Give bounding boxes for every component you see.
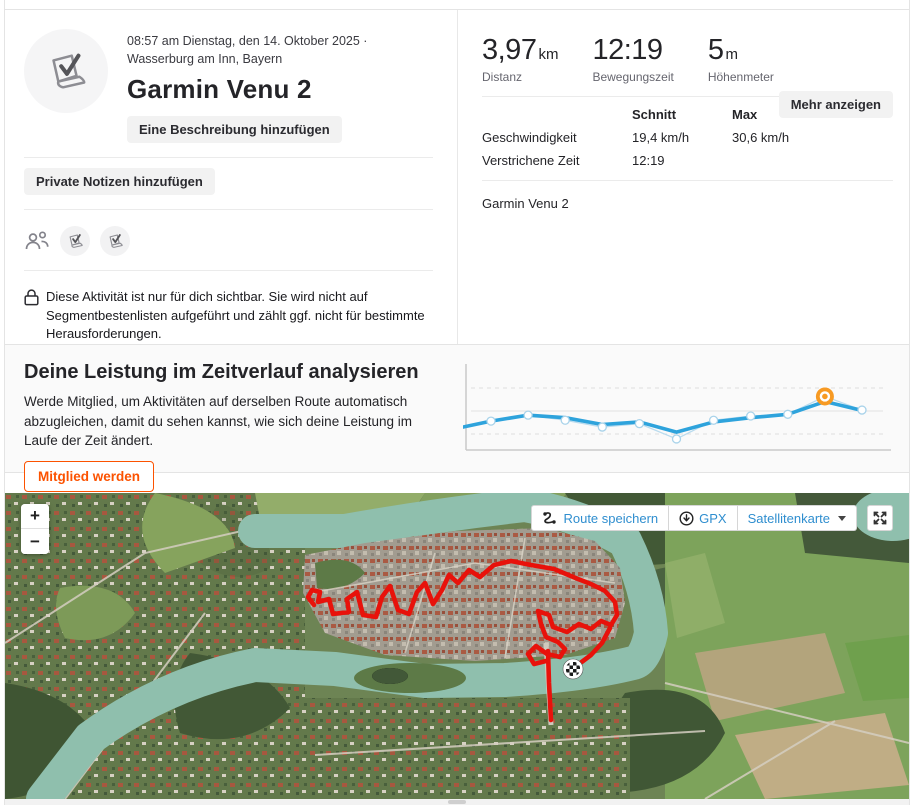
column-header-avg: Schnitt: [632, 107, 677, 122]
finish-marker: [562, 658, 584, 680]
divider: [482, 180, 893, 181]
group-icon[interactable]: [24, 230, 50, 252]
device-badge[interactable]: [60, 226, 90, 257]
device-name: Garmin Venu 2: [482, 196, 569, 211]
laptop-check-icon: [69, 234, 83, 249]
privacy-notice: Diese Aktivität ist nur für dich sichtba…: [46, 289, 425, 342]
row-max: 30,6 km/h: [732, 130, 790, 145]
activity-title: Garmin Venu 2: [127, 74, 312, 105]
row-avg: 19,4 km/h: [632, 130, 690, 145]
activity-stats-column: 3,97 km Distanz 12:19 Bewegungszeit 5m Hö…: [458, 10, 909, 344]
performance-sparkline-chart: [463, 363, 891, 451]
membership-promo-section: Deine Leistung im Zeitverlauf analysiere…: [5, 345, 909, 492]
route-map[interactable]: + − Route speichern GPX Satellitenkarte: [5, 493, 909, 799]
chevron-down-icon: [838, 515, 846, 521]
laptop-check-icon: [109, 234, 123, 249]
top-strip: [5, 0, 909, 10]
add-description-button[interactable]: Eine Beschreibung hinzufügen: [127, 116, 342, 144]
gpx-download-button[interactable]: GPX: [669, 505, 738, 531]
stat-distance: 3,97 km Distanz: [482, 34, 559, 84]
row-avg: 12:19: [632, 153, 665, 168]
map-resize-handle[interactable]: [448, 800, 466, 804]
activity-datetime-location: 08:57 am Dienstag, den 14. Oktober 2025 …: [127, 34, 368, 67]
fullscreen-button[interactable]: [867, 505, 893, 531]
zoom-out-button[interactable]: −: [21, 529, 49, 554]
become-member-button[interactable]: Mitglied werden: [24, 460, 155, 492]
lock-icon: [24, 289, 39, 306]
row-label: Verstrichene Zeit: [482, 153, 580, 168]
laptop-check-icon: [52, 53, 86, 89]
route-icon: [543, 512, 557, 524]
map-zoom-control: + −: [21, 504, 49, 554]
download-icon: [679, 510, 694, 526]
activity-type-avatar: [24, 29, 108, 113]
show-more-button[interactable]: Mehr anzeigen: [778, 91, 893, 118]
activity-page: 08:57 am Dienstag, den 14. Oktober 2025 …: [4, 0, 910, 805]
device-badge[interactable]: [100, 226, 130, 257]
divider: [24, 157, 433, 159]
map-toolbar: Route speichern GPX Satellitenkarte: [531, 505, 893, 531]
stat-moving-time: 12:19 Bewegungszeit: [592, 34, 674, 84]
divider: [24, 209, 433, 211]
row-label: Geschwindigkeit: [482, 130, 577, 145]
stat-elevation: 5m Höhenmeter: [707, 34, 774, 84]
divider: [24, 270, 433, 272]
promo-body: Werde Mitglied, um Aktivitäten auf derse…: [24, 394, 412, 449]
bottom-strip: [5, 799, 909, 805]
fullscreen-icon: [873, 511, 887, 525]
save-route-button[interactable]: Route speichern: [531, 505, 670, 531]
promo-title: Deine Leistung im Zeitverlauf analysiere…: [24, 361, 419, 383]
private-notes-button[interactable]: Private Notizen hinzufügen: [24, 168, 215, 196]
map-layer-select[interactable]: Satellitenkarte: [737, 505, 857, 531]
activity-details-column: 08:57 am Dienstag, den 14. Oktober 2025 …: [5, 10, 458, 344]
activity-summary-card: 08:57 am Dienstag, den 14. Oktober 2025 …: [5, 10, 909, 345]
row-max: [732, 153, 842, 168]
zoom-in-button[interactable]: +: [21, 504, 49, 529]
satellite-map-canvas: [5, 493, 909, 799]
